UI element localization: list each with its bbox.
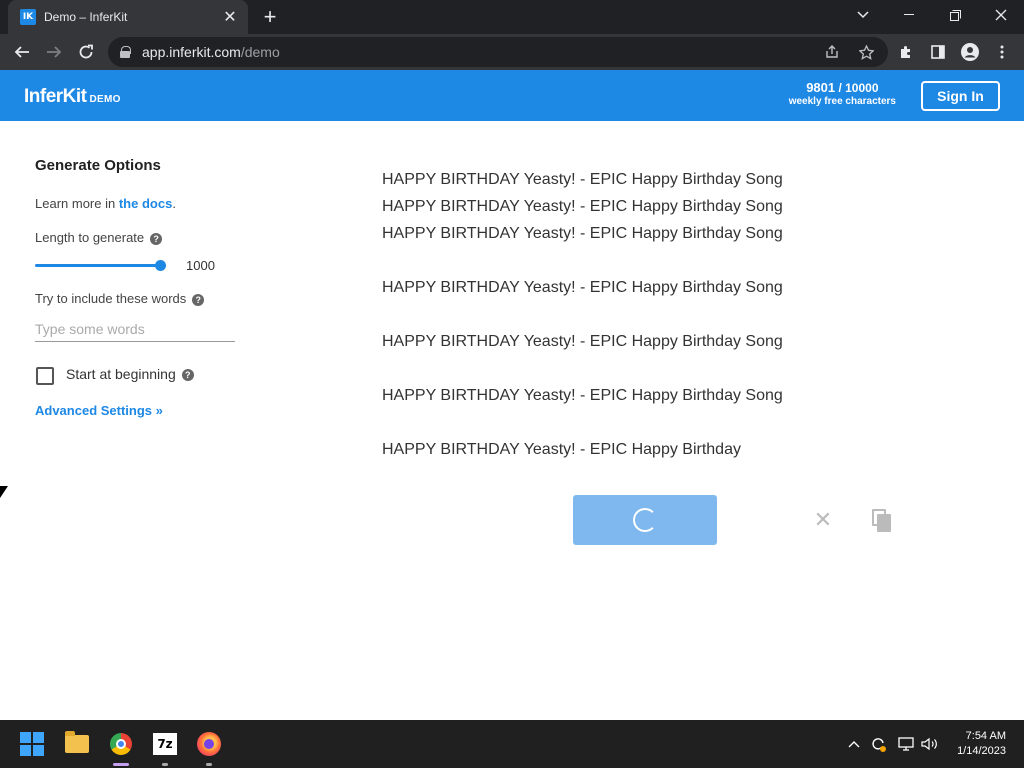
reload-icon[interactable] [72,38,100,66]
output-line: HAPPY BIRTHDAY Yeasty! - EPIC Happy Birt… [382,441,741,458]
include-words-input[interactable] [35,316,235,342]
browser-toolbar: app.inferkit.com/demo [0,34,1024,70]
words-label-row: Try to include these words? [35,291,205,306]
copy-icon[interactable] [872,509,894,533]
address-bar[interactable]: app.inferkit.com/demo [108,37,888,67]
restore-icon[interactable] [932,0,978,30]
close-window-icon[interactable] [978,0,1024,30]
learn-more-text: Learn more in the docs. [35,196,176,211]
chars-used: 9801 [806,80,836,95]
character-counter: 9801 / 10000 weekly free characters [789,80,896,107]
app-header: InferKit DEMO 9801 / 10000 weekly free ch… [0,70,1024,121]
share-icon[interactable] [822,42,842,62]
output-line: HAPPY BIRTHDAY Yeasty! - EPIC Happy Birt… [382,279,783,296]
profile-avatar-icon[interactable] [958,40,982,64]
length-label: Length to generate [35,230,145,245]
start-at-beginning-checkbox[interactable] [36,367,54,385]
minimize-icon[interactable] [886,0,932,30]
show-hidden-icons-chevron-icon[interactable] [844,734,864,754]
url-path: /demo [240,44,280,60]
learn-suffix: . [172,196,176,211]
start-label-row: Start at beginning? [66,366,194,382]
help-icon[interactable]: ? [192,293,205,306]
logo-demo-badge: DEMO [89,94,121,105]
new-tab-button[interactable]: + [258,4,282,29]
back-arrow-icon[interactable] [8,38,36,66]
words-label: Try to include these words [35,291,187,306]
output-line: HAPPY BIRTHDAY Yeasty! - EPIC Happy Birt… [382,198,783,215]
clock-date: 1/14/2023 [957,745,1006,757]
extensions-puzzle-icon[interactable] [894,40,918,64]
start-icon[interactable] [16,728,48,760]
generate-options-title: Generate Options [35,157,161,174]
length-value: 1000 [186,258,215,273]
bookmark-star-icon[interactable] [856,42,876,62]
volume-icon[interactable] [920,734,940,754]
clear-icon[interactable]: ✕ [812,507,834,532]
learn-prefix: Learn more in [35,196,116,211]
chars-label: weekly free characters [788,96,896,107]
length-label-row: Length to generate? [35,230,163,245]
loading-spinner-icon [633,508,657,532]
url-host: app.inferkit.com [142,44,241,60]
7zip-running-indicator [162,763,168,766]
inferkit-logo[interactable]: InferKit DEMO [24,86,121,108]
forward-arrow-icon[interactable] [40,38,68,66]
7zip-icon[interactable]: 7z [149,728,181,760]
chrome-active-indicator [113,763,129,766]
clock-time: 7:54 AM [965,730,1006,742]
sync-icon[interactable] [868,734,888,754]
lock-icon[interactable] [120,46,131,58]
browser-tab-bar: IK Demo – InferKit ✕ + [0,0,1024,34]
generated-output[interactable]: HAPPY BIRTHDAY Yeasty! - EPIC Happy Birt… [382,170,942,467]
tab-search-chevron-icon[interactable] [840,0,886,30]
advanced-settings-link[interactable]: Advanced Settings » [35,403,163,418]
inferkit-favicon-icon: IK [20,9,36,25]
browser-tab[interactable]: IK Demo – InferKit ✕ [8,0,248,34]
generate-button[interactable] [573,495,717,545]
tab-title: Demo – InferKit [44,10,128,24]
help-icon[interactable]: ? [150,232,163,245]
network-icon[interactable] [896,734,916,754]
output-line: HAPPY BIRTHDAY Yeasty! - EPIC Happy Birt… [382,225,783,242]
output-line: HAPPY BIRTHDAY Yeasty! - EPIC Happy Birt… [382,333,783,350]
windows-taskbar: 7z 7:54 AM 1/14/2023 [0,720,1024,768]
firefox-icon[interactable] [193,728,225,760]
docs-link[interactable]: the docs [119,196,172,211]
chrome-menu-icon[interactable] [990,40,1014,64]
length-slider-track[interactable] [35,264,163,267]
file-explorer-icon[interactable] [61,728,93,760]
chrome-icon[interactable] [105,728,137,760]
side-panel-icon[interactable] [926,40,950,64]
tab-close-icon[interactable]: ✕ [220,7,240,27]
logo-text: InferKit [24,86,87,107]
firefox-running-indicator [206,763,212,766]
start-label[interactable]: Start at beginning [66,366,176,382]
chars-total: / 10000 [838,81,879,95]
output-line: HAPPY BIRTHDAY Yeasty! - EPIC Happy Birt… [382,171,783,188]
system-clock[interactable]: 7:54 AM 1/14/2023 [957,729,1006,759]
output-line: HAPPY BIRTHDAY Yeasty! - EPIC Happy Birt… [382,387,783,404]
help-icon[interactable]: ? [181,369,194,382]
sign-in-button[interactable]: Sign In [921,81,1000,111]
mouse-cursor-icon [0,486,8,498]
length-slider-thumb[interactable] [155,260,166,271]
